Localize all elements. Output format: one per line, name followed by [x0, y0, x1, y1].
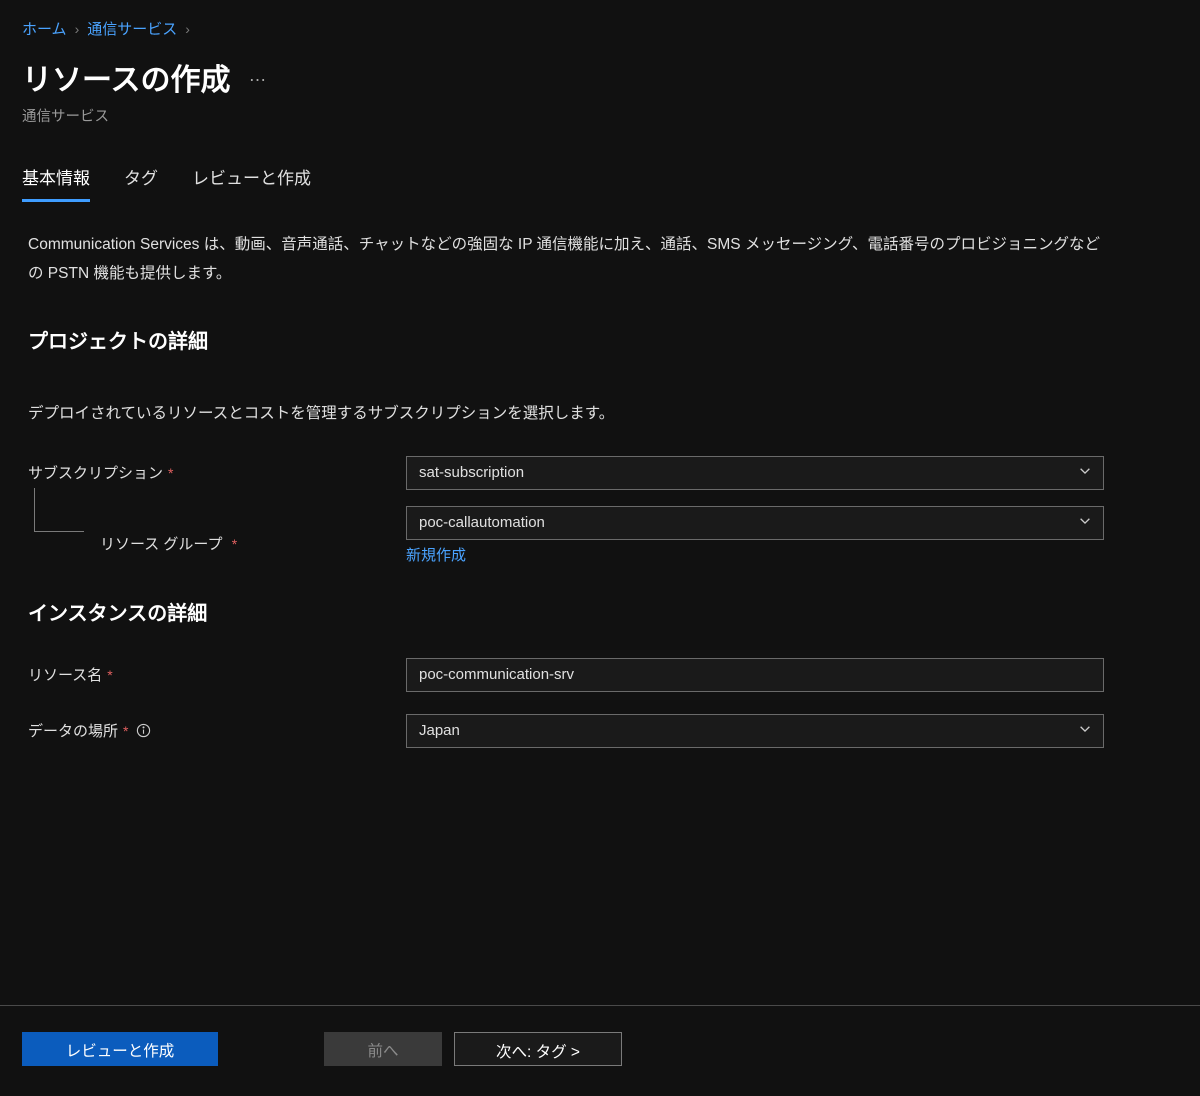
chevron-right-icon: › — [75, 21, 80, 37]
data-location-label: データの場所 * — [28, 720, 406, 741]
content-area: Communication Services は、動画、音声通話、チャットなどの… — [0, 202, 1130, 748]
project-heading: プロジェクトの詳細 — [28, 325, 1108, 354]
resource-name-input[interactable] — [406, 658, 1104, 692]
required-asterisk: * — [107, 667, 112, 683]
chevron-right-icon: › — [185, 21, 190, 37]
tabs: 基本情報 タグ レビューと作成 — [0, 126, 1200, 202]
subscription-label: サブスクリプション * — [28, 462, 406, 483]
intro-text: Communication Services は、動画、音声通話、チャットなどの… — [28, 230, 1108, 289]
required-asterisk: * — [232, 536, 237, 552]
page-subtitle: 通信サービス — [0, 105, 1200, 126]
resource-group-label: リソース グループ * — [28, 506, 406, 560]
data-location-row: データの場所 * Japan — [28, 714, 1108, 748]
info-icon[interactable] — [136, 723, 151, 738]
previous-button: 前へ — [324, 1032, 442, 1066]
tab-basic[interactable]: 基本情報 — [22, 164, 90, 202]
required-asterisk: * — [123, 723, 128, 739]
required-asterisk: * — [168, 465, 173, 481]
review-create-button[interactable]: レビューと作成 — [22, 1032, 218, 1066]
resource-name-label: リソース名 * — [28, 664, 406, 685]
page-header: リソースの作成 … — [0, 47, 1200, 105]
footer: レビューと作成 前へ 次へ: タグ > — [0, 1005, 1200, 1096]
project-description: デプロイされているリソースとコストを管理するサブスクリプションを選択します。 — [28, 400, 1108, 428]
subscription-label-text: サブスクリプション — [28, 462, 163, 483]
resource-name-label-text: リソース名 — [28, 664, 102, 685]
resource-group-label-text: リソース グループ — [100, 536, 223, 553]
next-button[interactable]: 次へ: タグ > — [454, 1032, 622, 1066]
page-title: リソースの作成 — [22, 55, 231, 99]
more-menu-icon[interactable]: … — [249, 65, 269, 90]
subscription-select[interactable]: sat-subscription — [406, 456, 1104, 490]
resource-group-row: リソース グループ * poc-callautomation 新規作成 — [28, 506, 1108, 565]
resource-group-select[interactable]: poc-callautomation — [406, 506, 1104, 540]
tab-tags[interactable]: タグ — [124, 164, 158, 202]
instance-heading: インスタンスの詳細 — [28, 597, 1108, 626]
data-location-select[interactable]: Japan — [406, 714, 1104, 748]
breadcrumb-home[interactable]: ホーム — [22, 18, 67, 39]
breadcrumb-service[interactable]: 通信サービス — [87, 18, 177, 39]
create-new-link[interactable]: 新規作成 — [406, 544, 466, 565]
resource-name-row: リソース名 * — [28, 658, 1108, 692]
data-location-label-text: データの場所 — [28, 720, 118, 741]
tab-review[interactable]: レビューと作成 — [192, 164, 311, 202]
breadcrumb: ホーム › 通信サービス › — [0, 0, 1200, 47]
connector-line — [34, 488, 84, 532]
subscription-row: サブスクリプション * sat-subscription — [28, 456, 1108, 490]
